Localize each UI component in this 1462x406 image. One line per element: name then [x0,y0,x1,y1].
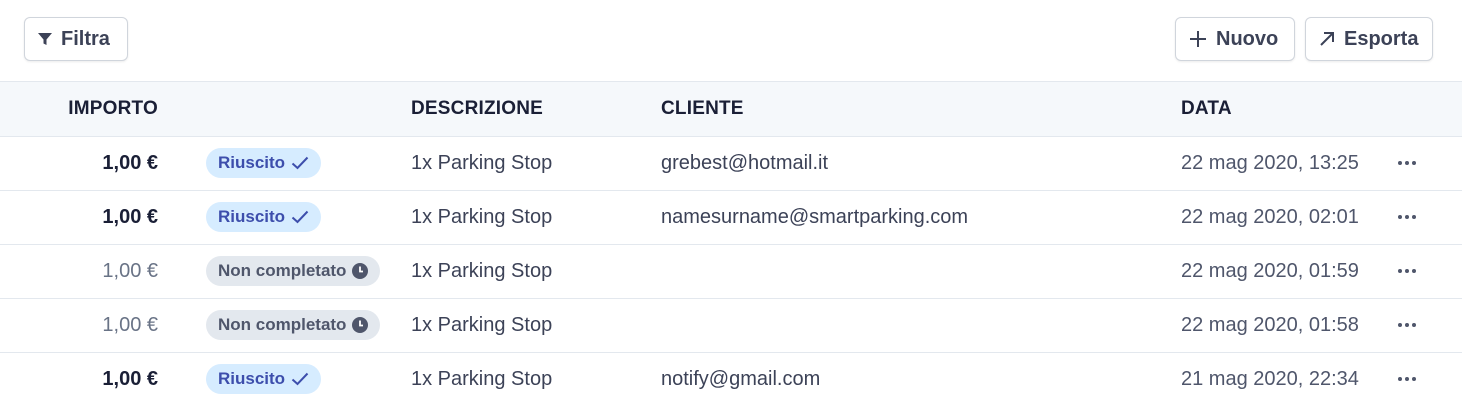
amount-cell: 1,00 € [102,313,158,336]
description-cell: 1x Parking Stop [411,205,553,228]
table-row[interactable]: 1,00 € Riuscito 1x Parking Stop notify@g… [0,352,1462,406]
actions-cell [1387,190,1462,244]
clock-icon [352,317,369,333]
customer-cell[interactable]: namesurname@smartparking.com [661,190,1181,244]
header-status [206,82,411,136]
export-button-label: Esporta [1344,27,1419,50]
header-description[interactable]: DESCRIZIONE [411,82,661,136]
date-cell: 22 mag 2020, 01:59 [1181,259,1359,282]
customer-cell[interactable]: grebest@hotmail.it [661,136,1181,190]
date-cell: 22 mag 2020, 01:58 [1181,313,1359,336]
status-badge: Non completato [206,256,381,286]
amount-cell: 1,00 € [102,151,158,174]
status-label: Non completato [218,315,347,334]
actions-cell [1387,136,1462,190]
header-customer[interactable]: CLIENTE [661,82,1181,136]
export-button[interactable]: Esporta [1305,17,1433,61]
table-row[interactable]: 1,00 € Non completato 1x Parking Stop 22… [0,244,1462,298]
status-label: Riuscito [218,207,286,226]
customer-cell[interactable]: notify@gmail.com [661,352,1181,406]
description-cell: 1x Parking Stop [411,367,553,390]
more-horizontal-icon[interactable] [1387,367,1427,391]
check-icon [291,156,309,170]
actions-cell [1387,244,1462,298]
new-button-label: Nuovo [1216,27,1279,50]
table-header-row: IMPORTO DESCRIZIONE CLIENTE DATA [0,82,1462,136]
amount-cell: 1,00 € [102,367,158,390]
more-horizontal-icon[interactable] [1387,205,1427,229]
more-horizontal-icon[interactable] [1387,259,1427,283]
clock-icon [352,263,369,279]
table-row[interactable]: 1,00 € Non completato 1x Parking Stop 22… [0,298,1462,352]
status-cell: Non completato [206,244,411,298]
header-amount[interactable]: IMPORTO [0,82,158,136]
status-cell: Riuscito [206,136,411,190]
actions-cell [1387,352,1462,406]
customer-cell[interactable] [661,244,1181,298]
status-cell: Riuscito [206,190,411,244]
status-label: Riuscito [218,153,286,172]
new-button[interactable]: Nuovo [1175,17,1295,61]
amount-cell: 1,00 € [102,205,158,228]
plus-icon [1188,29,1208,49]
payments-table: IMPORTO DESCRIZIONE CLIENTE DATA 1,00 € … [0,82,1462,406]
description-cell: 1x Parking Stop [411,151,553,174]
status-badge: Riuscito [206,364,322,395]
check-icon [291,210,309,224]
header-actions [1387,82,1462,136]
customer-cell[interactable] [661,298,1181,352]
description-cell: 1x Parking Stop [411,313,553,336]
actions-cell [1387,298,1462,352]
check-icon [291,372,309,386]
filter-button[interactable]: Filtra [24,17,128,61]
filter-button-label: Filtra [61,27,110,50]
amount-cell: 1,00 € [102,259,158,282]
status-badge: Non completato [206,310,381,340]
table-row[interactable]: 1,00 € Riuscito 1x Parking Stop grebest@… [0,136,1462,190]
status-badge: Riuscito [206,148,322,178]
arrow-up-right-icon [1318,30,1336,48]
date-cell: 22 mag 2020, 13:25 [1181,151,1359,174]
description-cell: 1x Parking Stop [411,259,553,282]
spacer-cell [158,190,206,244]
more-horizontal-icon[interactable] [1387,151,1427,175]
filter-icon [37,31,53,47]
header-spacer [158,82,206,136]
spacer-cell [158,244,206,298]
toolbar: Filtra Nuovo Esporta [0,0,1462,82]
spacer-cell [158,352,206,406]
date-cell: 22 mag 2020, 02:01 [1181,205,1359,228]
status-cell: Non completato [206,298,411,352]
date-cell: 21 mag 2020, 22:34 [1181,367,1359,390]
table-row[interactable]: 1,00 € Riuscito 1x Parking Stop namesurn… [0,190,1462,244]
header-date[interactable]: DATA [1181,82,1387,136]
status-label: Riuscito [218,369,286,389]
status-label: Non completato [218,261,347,280]
spacer-cell [158,136,206,190]
more-horizontal-icon[interactable] [1387,313,1427,337]
spacer-cell [158,298,206,352]
status-cell: Riuscito [206,352,411,406]
status-badge: Riuscito [206,202,322,232]
